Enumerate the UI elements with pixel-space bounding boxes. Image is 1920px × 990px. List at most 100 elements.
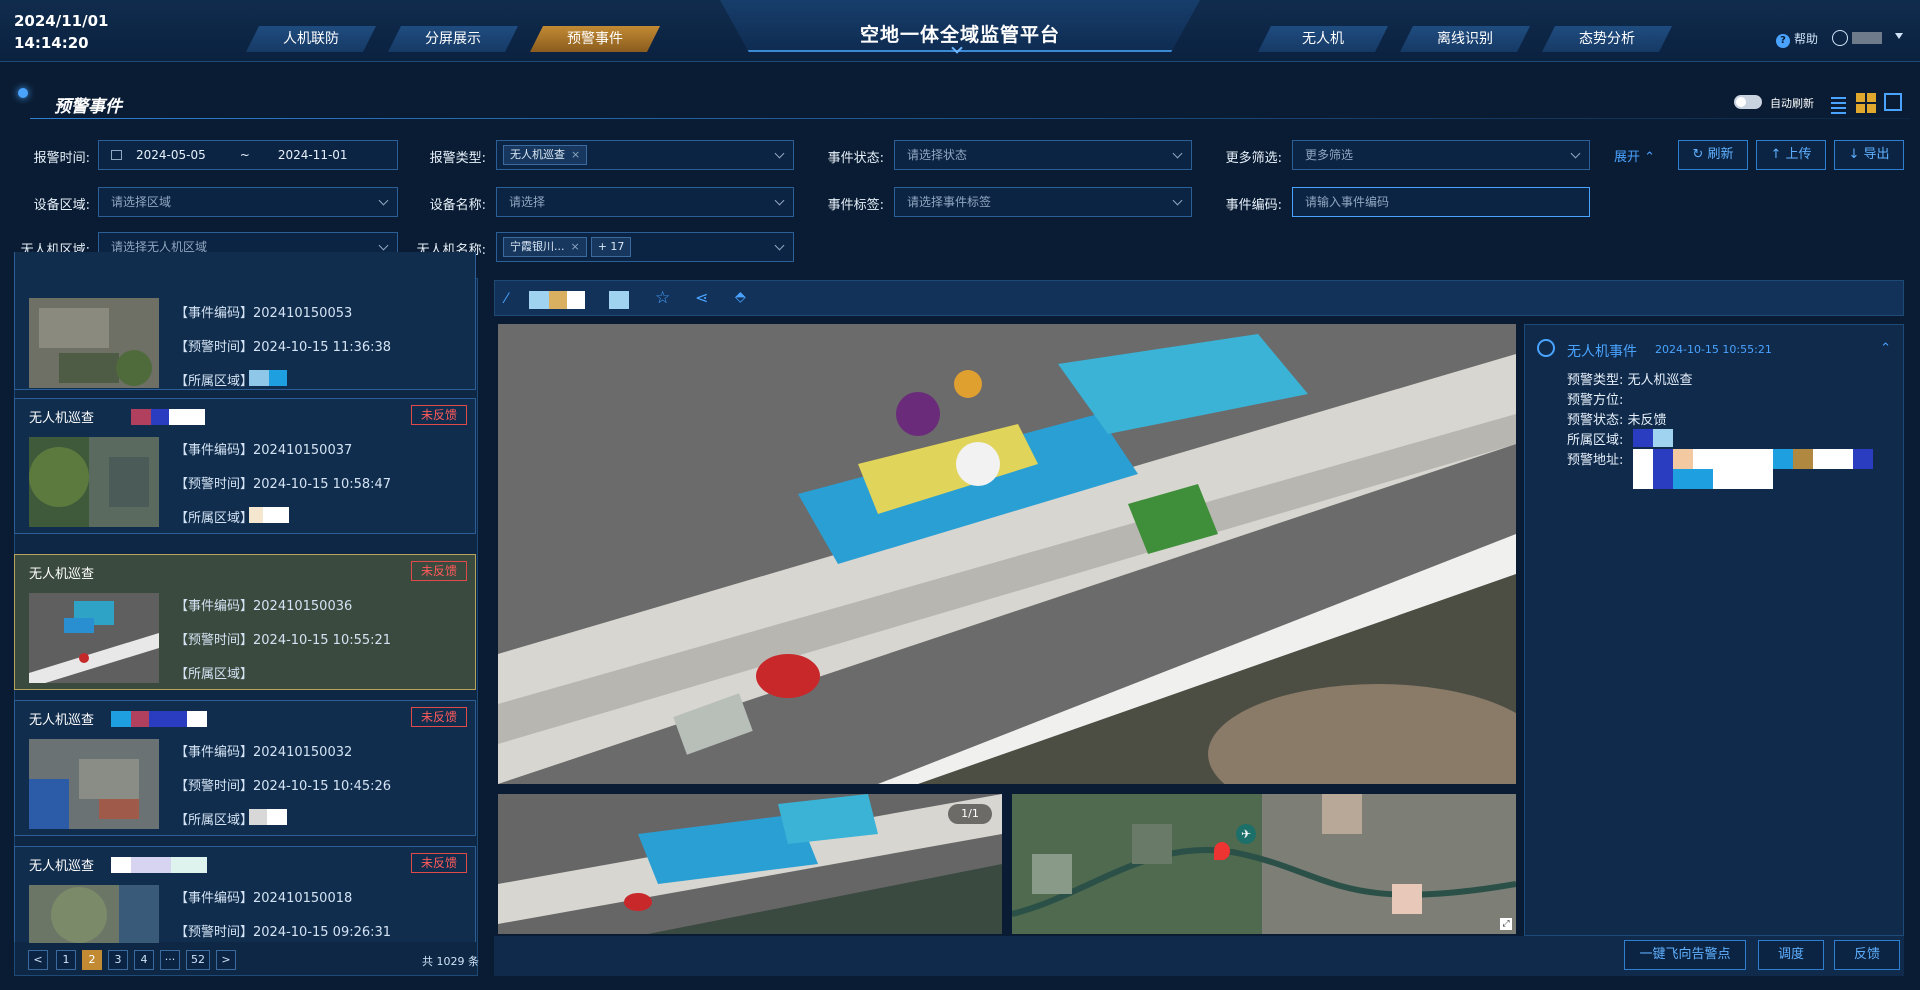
page-prev-button[interactable]: < (28, 950, 48, 970)
event-area: 【所属区域】 (175, 809, 287, 828)
end-date[interactable]: 2024-11-01 (278, 148, 348, 162)
satellite-map (1012, 794, 1516, 934)
total-count: 共 1029 条 (422, 955, 479, 968)
device-name-placeholder: 请选择 (509, 195, 546, 209)
refresh-button[interactable]: ↻ 刷新 (1678, 140, 1748, 170)
info-time: 2024-10-15 10:55:21 (1655, 343, 1772, 356)
alarm-time-label: 报警时间: (33, 151, 90, 166)
share-icon[interactable]: ⋖ (695, 288, 708, 307)
event-time: 【预警时间】2024-10-15 11:36:38 (175, 340, 392, 355)
upload-button[interactable]: ↑ 上传 (1756, 140, 1826, 170)
event-code: 【事件编码】202410150018 (175, 891, 353, 906)
event-thumbnail[interactable] (29, 885, 159, 943)
event-code: 【事件编码】202410150036 (175, 599, 353, 614)
event-tag-select[interactable]: 请选择事件标签 (894, 187, 1192, 217)
redacted-block (549, 291, 567, 309)
event-main-image[interactable] (498, 324, 1516, 784)
info-row-direction: 预警方位: (1567, 389, 1623, 408)
device-area-label: 设备区域: (33, 198, 90, 213)
thumbnail-image (29, 437, 159, 527)
event-time: 【预警时间】2024-10-15 10:55:21 (175, 633, 392, 648)
fly-to-alert-button[interactable]: 一键飞向告警点 (1624, 940, 1746, 970)
more-filter-select[interactable]: 更多筛选 (1292, 140, 1590, 170)
thumbnail-image (29, 298, 159, 388)
tab-taishifenxi[interactable]: 态势分析 (1542, 26, 1672, 52)
info-row-status: 预警状态: 未反馈 (1567, 409, 1667, 428)
help-link[interactable]: ? 帮助 (1776, 30, 1818, 48)
event-thumbnail[interactable] (29, 739, 159, 829)
feedback-button[interactable]: 反馈 (1834, 940, 1900, 970)
grid-view-icon[interactable] (1856, 93, 1876, 113)
drone-marker-icon[interactable]: ✈ (1236, 824, 1256, 844)
tab-yujingshijian[interactable]: 预警事件 (530, 26, 660, 52)
expand-filters-button[interactable]: 展开 ⌃ (1614, 146, 1655, 165)
uav-name-more-tag[interactable]: + 17 (590, 237, 632, 257)
pin-icon[interactable]: ⁄ (505, 291, 507, 307)
map-view[interactable]: ✈ ⤢ (1012, 794, 1516, 934)
alarm-time-range[interactable]: 2024-05-05 ~2024-11-01 (98, 140, 398, 170)
redacted-block (1813, 449, 1853, 469)
redacted-block (567, 291, 585, 309)
event-card-selected[interactable]: 无人机巡查 未反馈 【事件编码】202410150036 【预警时间】2024-… (14, 554, 476, 690)
auto-refresh-label: 自动刷新 (1770, 97, 1814, 110)
event-thumbnail[interactable] (29, 593, 159, 683)
thumbnail-image (29, 885, 159, 943)
expand-icon[interactable]: ⤢ (1500, 918, 1512, 930)
thumbnail-image (29, 739, 159, 829)
user-menu[interactable] (1832, 30, 1882, 46)
auto-refresh-toggle[interactable] (1734, 95, 1762, 109)
map-view-icon[interactable] (1884, 93, 1902, 111)
page-button[interactable]: 3 (108, 950, 128, 970)
tag-icon[interactable]: ⬘ (735, 289, 746, 305)
event-card[interactable]: 【事件编码】202410150053 【预警时间】2024-10-15 11:3… (14, 252, 476, 390)
alarm-type-tag-label: 无人机巡查 (510, 148, 565, 161)
dispatch-button[interactable]: 调度 (1758, 940, 1824, 970)
chevron-up-icon: ⌃ (1644, 150, 1656, 165)
tab-fenpingzhanshi[interactable]: 分屏展示 (388, 26, 518, 52)
start-date[interactable]: 2024-05-05 (136, 148, 206, 162)
event-status-select[interactable]: 请选择状态 (894, 140, 1192, 170)
page-button-active[interactable]: 2 (82, 950, 102, 970)
event-time: 【预警时间】2024-10-15 10:45:26 (175, 779, 392, 794)
tab-wurenji[interactable]: 无人机 (1258, 26, 1388, 52)
page-button[interactable]: 4 (134, 950, 154, 970)
redacted-block (1633, 429, 1653, 447)
event-card[interactable]: 无人机巡查 未反馈 【事件编码】202410150018 【预警时间】2024-… (14, 846, 476, 943)
page-next-button[interactable]: > (216, 950, 236, 970)
alert-marker-icon[interactable] (1214, 842, 1230, 860)
chevron-up-icon[interactable]: ⌃ (1880, 341, 1891, 356)
help-label: 帮助 (1794, 32, 1819, 46)
alarm-type-tag[interactable]: 无人机巡查 × (503, 145, 588, 165)
event-code: 【事件编码】202410150053 (175, 306, 353, 321)
close-icon[interactable]: × (571, 240, 580, 253)
event-card[interactable]: 无人机巡查 未反馈 【事件编码】202410150032 【预警时间】2024-… (14, 700, 476, 836)
event-code-input[interactable]: 请输入事件编码 (1292, 187, 1590, 217)
device-area-select[interactable]: 请选择区域 (98, 187, 398, 217)
close-icon[interactable]: × (571, 148, 580, 161)
event-thumbnail[interactable] (29, 437, 159, 527)
info-row-area: 所属区域: (1567, 429, 1623, 448)
page-ellipsis[interactable]: ··· (160, 950, 180, 970)
page-button[interactable]: 1 (56, 950, 76, 970)
page-button[interactable]: 52 (186, 950, 210, 970)
uav-name-select[interactable]: 宁霞银川... × + 17 (496, 232, 794, 262)
event-info-panel: 无人机事件 2024-10-15 10:55:21 ⌃ 预警类型: 无人机巡查 … (1524, 324, 1904, 936)
tab-lixianshibie[interactable]: 离线识别 (1400, 26, 1530, 52)
event-time: 【预警时间】2024-10-15 10:58:47 (175, 477, 392, 492)
uav-name-tag-label: 宁霞银川... (510, 240, 565, 253)
alarm-type-select[interactable]: 无人机巡查 × (496, 140, 794, 170)
device-name-select[interactable]: 请选择 (496, 187, 794, 217)
event-thumbnail[interactable] (29, 298, 159, 388)
tab-renjilianfang[interactable]: 人机联防 (246, 26, 376, 52)
export-button[interactable]: ↓ 导出 (1834, 140, 1904, 170)
list-view-icon[interactable] (1826, 94, 1846, 114)
uav-name-tag[interactable]: 宁霞银川... × (503, 237, 587, 257)
caret-down-icon[interactable] (1895, 33, 1903, 39)
more-filter-placeholder: 更多筛选 (1305, 148, 1354, 162)
redacted-block (1653, 469, 1673, 489)
star-icon[interactable]: ☆ (655, 288, 670, 308)
event-area-label: 【所属区域】 (175, 374, 254, 389)
event-sub-image[interactable]: 1/1 (498, 794, 1002, 934)
event-card-title: 无人机巡查 (29, 567, 95, 582)
event-card[interactable]: 无人机巡查 未反馈 【事件编码】202410150037 【预警时间】2024-… (14, 398, 476, 534)
